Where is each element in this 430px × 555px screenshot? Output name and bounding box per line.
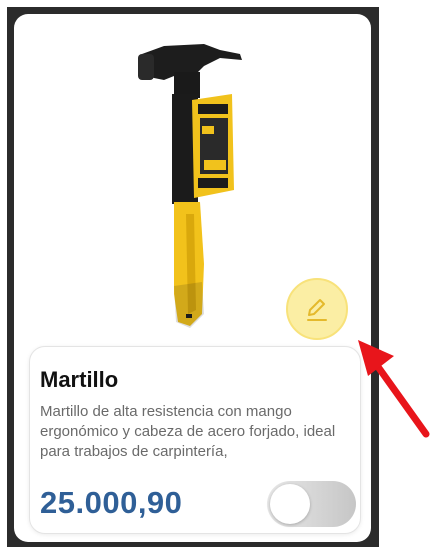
product-title: Martillo (40, 367, 119, 392)
toggle-knob[interactable] (270, 484, 310, 524)
edit-button[interactable] (286, 278, 348, 340)
product-card: Martillo Martillo de alta resistencia co… (14, 14, 371, 542)
product-description: Martillo de alta resistencia con mango e… (40, 403, 336, 460)
pencil-icon (307, 299, 327, 321)
product-price: 25.000,90 (40, 485, 183, 520)
product-info-panel: Martillo Martillo de alta resistencia co… (29, 346, 361, 534)
availability-toggle[interactable] (267, 481, 356, 527)
red-arrow-icon (358, 340, 430, 438)
